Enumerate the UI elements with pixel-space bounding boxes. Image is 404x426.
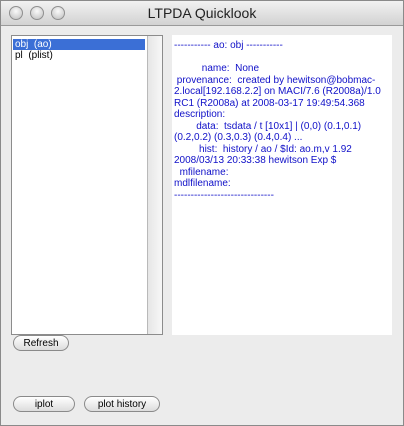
refresh-button[interactable]: Refresh [13, 335, 69, 351]
iplot-button[interactable]: iplot [13, 396, 75, 412]
list-scrollbar[interactable] [147, 36, 162, 334]
plot-history-button[interactable]: plot history [84, 396, 160, 412]
quicklook-window: LTPDA Quicklook obj (ao) pl (plist) ----… [0, 0, 404, 426]
object-info-text: ----------- ao: obj ----------- name: No… [174, 40, 381, 201]
object-list[interactable]: obj (ao) pl (plist) [11, 35, 163, 335]
object-info-panel: ----------- ao: obj ----------- name: No… [172, 35, 392, 335]
window-title: LTPDA Quicklook [147, 5, 257, 21]
list-item-obj[interactable]: obj (ao) [13, 39, 145, 50]
list-item-pl[interactable]: pl (plist) [13, 50, 53, 61]
title-bar[interactable]: LTPDA Quicklook [1, 1, 403, 26]
